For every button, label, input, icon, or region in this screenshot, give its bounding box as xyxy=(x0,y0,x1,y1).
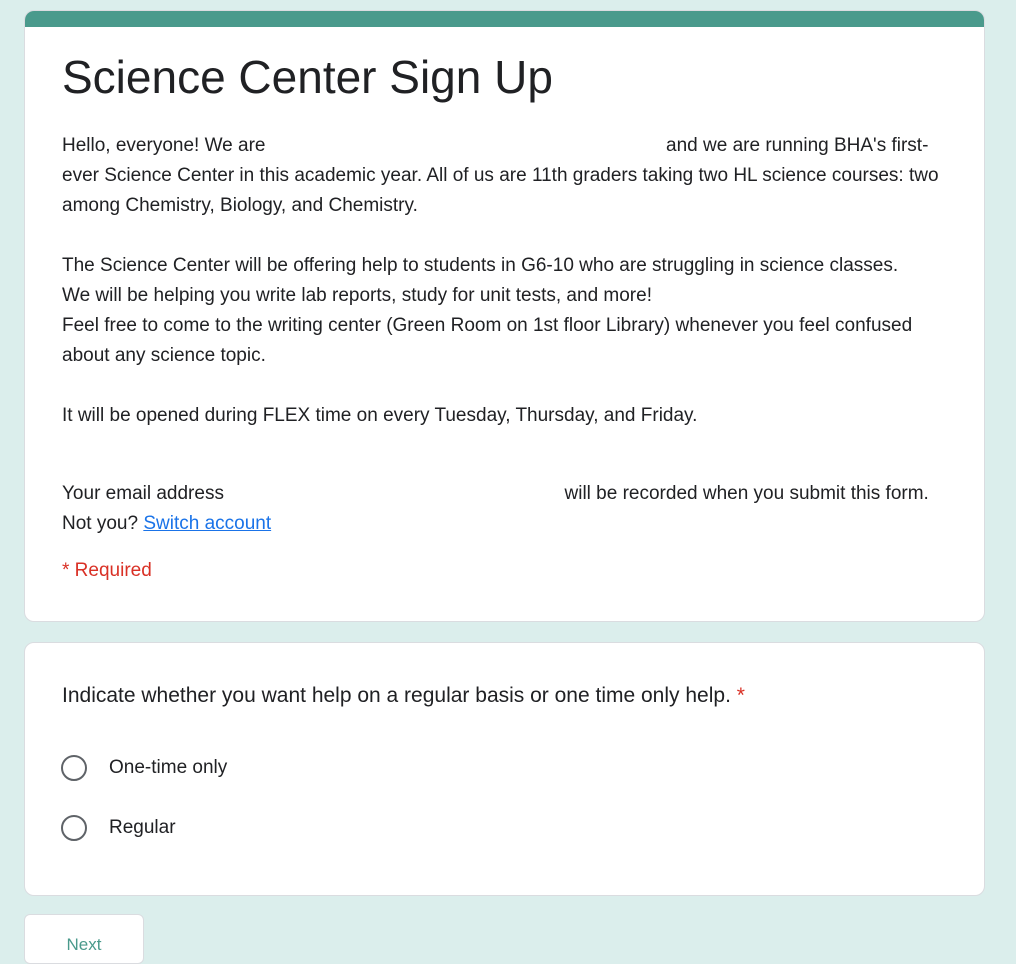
email-notice: Your email address will be recorded when… xyxy=(62,479,962,539)
description-para-5: It will be opened during FLEX time on ev… xyxy=(62,405,698,426)
description-para-2: The Science Center will be offering help… xyxy=(62,255,899,276)
form-header-card: Science Center Sign Up Hello, everyone! … xyxy=(24,10,985,622)
radio-button[interactable] xyxy=(61,815,87,841)
form-description: Hello, everyone! We are and we are runni… xyxy=(62,131,952,431)
option-one-time-only[interactable]: One-time only xyxy=(61,755,227,781)
description-line1-start: Hello, everyone! We are xyxy=(62,135,266,156)
switch-account-link[interactable]: Switch account xyxy=(143,513,271,534)
option-regular[interactable]: Regular xyxy=(61,815,176,841)
next-button[interactable]: Next xyxy=(24,914,144,964)
radio-button[interactable] xyxy=(61,755,87,781)
question-text: Indicate whether you want help on a regu… xyxy=(62,684,731,707)
accent-bar xyxy=(25,11,984,27)
description-para-4: Feel free to come to the writing center … xyxy=(62,315,913,366)
required-star: * xyxy=(736,684,745,707)
option-label: Regular xyxy=(109,817,176,838)
option-label: One-time only xyxy=(109,757,228,778)
redacted-email xyxy=(229,498,559,499)
question-title: Indicate whether you want help on a regu… xyxy=(62,681,745,711)
description-para-1: Hello, everyone! We are and we are runni… xyxy=(62,131,952,221)
question-card: Indicate whether you want help on a regu… xyxy=(24,642,985,896)
description-para-3: We will be helping you write lab reports… xyxy=(62,285,652,306)
required-note: * Required xyxy=(62,560,152,581)
form-title: Science Center Sign Up xyxy=(62,51,553,103)
email-notice-prefix: Your email address xyxy=(62,483,224,504)
redacted-names xyxy=(271,150,661,151)
